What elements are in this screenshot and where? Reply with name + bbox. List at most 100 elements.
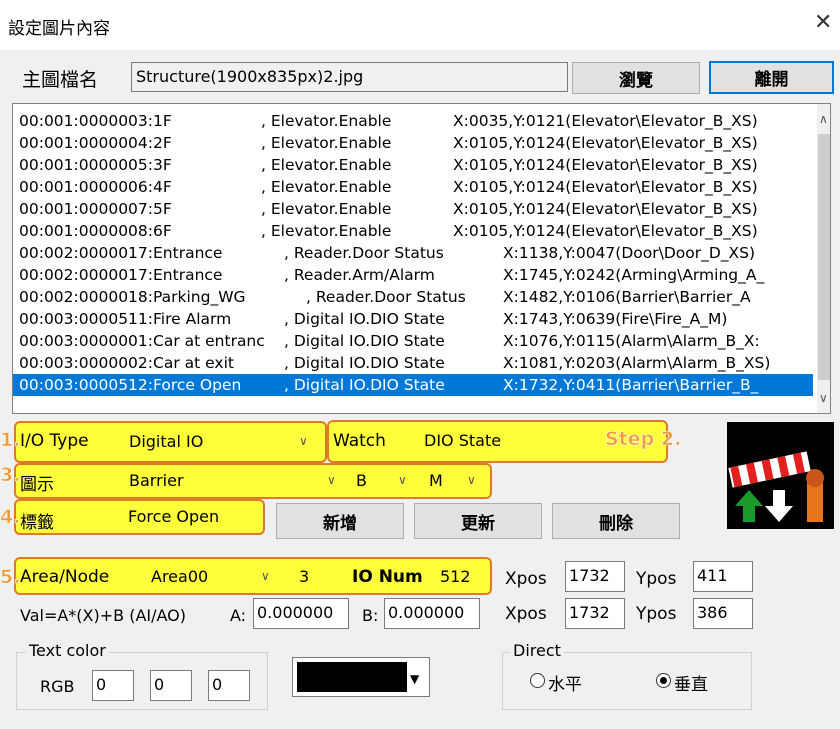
horizontal-label: 水平 [548,675,582,695]
list-item-type: , Reader.Door Status [284,244,444,262]
list-item-id: 00:001:0000007:5F [19,200,172,218]
tag-input[interactable]: Force Open [123,503,261,531]
blue-input[interactable]: 0 [208,670,250,701]
watch-value: DIO State [424,431,502,450]
main-file-label: 主圖檔名 [22,69,99,91]
list-item-type: , Reader.Arm/Alarm [284,266,435,284]
direct-legend: Direct [510,641,564,660]
list-item[interactable]: 00:002:0000018:Parking_WG , Reader.Door S… [13,286,813,308]
list-item-pos: X:1482,Y:0106(Barrier\Barrier_A [503,288,751,306]
chevron-down-icon: ∨ [467,473,476,487]
list-item-type: , Elevator.Enable [261,134,392,152]
scroll-down-icon[interactable]: ∨ [819,391,828,405]
a-input[interactable]: 0.000000 [253,598,349,629]
b-input[interactable]: 0.000000 [384,598,480,629]
vertical-label: 垂直 [674,675,708,695]
list-item[interactable]: 00:001:0000004:2F , Elevator.Enable X:0105… [13,132,813,154]
list-item-id: 00:001:0000003:1F [19,112,172,130]
close-icon[interactable]: ✕ [814,10,832,35]
title-bar [0,0,840,50]
list-item[interactable]: 00:001:0000008:6F , Elevator.Enable X:0105… [13,220,813,242]
list-item-id: 00:002:0000017:Entrance [19,244,223,262]
list-item[interactable]: 00:001:0000003:1F , Elevator.Enable X:0035… [13,110,813,132]
step-1-marker: 1. [0,429,21,452]
scroll-thumb[interactable] [818,134,830,380]
io-type-value: Digital IO [129,432,204,451]
add-button[interactable]: 新增 [276,503,404,539]
list-item-type: , Elevator.Enable [261,112,392,130]
list-item-pos: X:0035,Y:0121(Elevator\Elevator_B_XS) [453,112,758,130]
vertical-radio[interactable] [656,673,671,688]
xpos2-input[interactable]: 1732 [565,598,625,629]
icon-variant-value: M [429,471,443,490]
list-item[interactable]: 00:003:0000001:Car at entranc , Digital I… [13,330,813,352]
area-value: Area00 [151,567,209,586]
list-item[interactable]: 00:003:0000511:Fire Alarm , Digital IO.DI… [13,308,813,330]
xpos-label: Xpos [505,569,547,589]
list-item[interactable]: 00:001:0000005:3F , Elevator.Enable X:0105… [13,154,813,176]
list-item-pos: X:0105,Y:0124(Elevator\Elevator_B_XS) [453,222,758,240]
node-input[interactable]: 3 [287,562,343,591]
dropdown-arrow-icon: ▼ [410,672,420,686]
icon-label: 圖示 [20,475,54,495]
list-item[interactable]: 00:002:0000017:Entrance , Reader.Door Sta… [13,242,813,264]
list-item-id: 00:003:0000511:Fire Alarm [19,310,232,328]
list-item-type: , Elevator.Enable [261,178,392,196]
item-list[interactable]: ∧ ∨ 00:001:0000003:1F , Elevator.Enable X:… [12,103,831,414]
ypos2-label: Ypos [636,604,677,624]
io-num-input[interactable]: 512 [432,562,487,591]
icon-variant-select[interactable]: M ∨ [423,467,487,495]
horizontal-radio[interactable] [530,673,545,688]
step-3-marker: 3. [0,464,21,487]
watch-label: Watch [333,431,386,451]
main-file-field[interactable]: Structure(1900x835px)2.jpg [131,62,568,92]
red-input[interactable]: 0 [92,670,134,701]
node-value: 3 [299,567,310,586]
ypos-label: Ypos [636,569,677,589]
list-item-pos: X:1732,Y:0411(Barrier\Barrier_B_ [503,376,759,394]
list-item-id: 00:002:0000018:Parking_WG [19,288,246,306]
list-item-type: , Digital IO.DIO State [284,310,445,328]
green-input[interactable]: 0 [150,670,192,701]
list-item-pos: X:0105,Y:0124(Elevator\Elevator_B_XS) [453,134,758,152]
list-item-pos: X:1081,Y:0203(Alarm\Alarm_B_XS) [503,354,771,372]
icon-size-select[interactable]: B ∨ [350,467,418,495]
tag-label: 標籤 [20,513,54,533]
list-item[interactable]: 00:003:0000512:Force Open , Digital IO.DI… [13,374,813,396]
list-item-id: 00:003:0000002:Car at exit [19,354,234,372]
chevron-down-icon: ∨ [327,473,336,487]
list-item[interactable]: 00:001:0000006:4F , Elevator.Enable X:0105… [13,176,813,198]
list-item-type: , Elevator.Enable [261,200,392,218]
color-picker[interactable]: ▼ [292,657,430,697]
list-item[interactable]: 00:002:0000017:Entrance , Reader.Arm/Alar… [13,264,813,286]
icon-size-value: B [356,471,367,490]
xpos2-label: Xpos [505,604,547,624]
list-item[interactable]: 00:001:0000007:5F , Elevator.Enable X:0105… [13,198,813,220]
list-item-type: , Digital IO.DIO State [284,376,445,394]
list-item-pos: X:1745,Y:0242(Arming\Arming_A_ [503,266,765,284]
icon-select[interactable]: Barrier ∨ [123,467,345,495]
list-scrollbar[interactable]: ∧ ∨ [817,104,830,413]
list-item[interactable]: 00:003:0000002:Car at exit , Digital IO.D… [13,352,813,374]
chevron-down-icon: ∨ [299,434,308,448]
list-item-pos: X:0105,Y:0124(Elevator\Elevator_B_XS) [453,200,758,218]
list-item-type: , Elevator.Enable [261,222,392,240]
ypos2-input[interactable]: 386 [693,598,753,629]
list-item-id: 00:001:0000004:2F [19,134,172,152]
color-swatch [297,662,407,692]
io-type-select[interactable]: Digital IO ∨ [123,426,321,458]
area-select[interactable]: Area00 ∨ [145,562,281,591]
list-item-type: , Elevator.Enable [261,156,392,174]
barrier-gate-icon [727,422,834,529]
list-item-type: , Reader.Door Status [306,288,466,306]
xpos-input[interactable]: 1732 [565,561,625,592]
leave-button[interactable]: 離開 [709,61,834,94]
list-item-pos: X:0105,Y:0124(Elevator\Elevator_B_XS) [453,178,758,196]
ypos-input[interactable]: 411 [693,561,753,592]
update-button[interactable]: 更新 [414,503,542,539]
tag-value: Force Open [128,507,220,526]
list-item-pos: X:1743,Y:0639(Fire\Fire_A_M) [503,310,728,328]
scroll-up-icon[interactable]: ∧ [819,112,828,126]
delete-button[interactable]: 刪除 [552,503,680,539]
browse-button[interactable]: 瀏覽 [572,62,700,94]
